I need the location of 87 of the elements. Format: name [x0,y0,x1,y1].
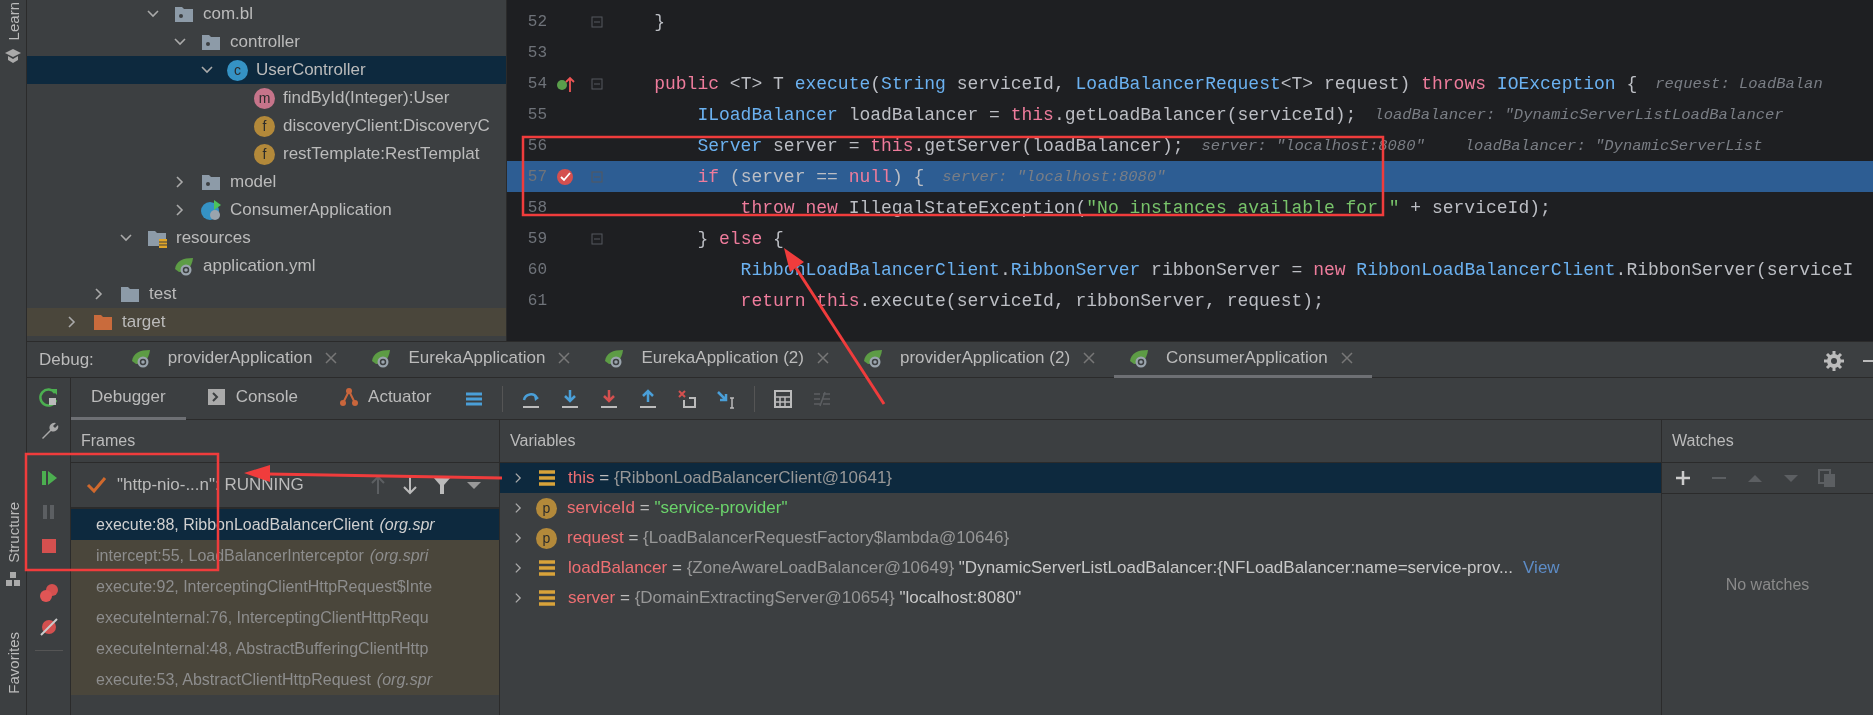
class-icon: c [227,59,248,81]
variable-row[interactable]: p serviceId = "service-provider" [500,493,1661,523]
code-text: throw new IllegalStateException("No instances available for " + serviceId); [739,197,1551,218]
breakpoints-icon[interactable] [37,582,60,604]
spring-config-icon [173,255,195,277]
inline-value-hint: server: "localhost:8080" [942,167,1166,186]
line-number: 57 [526,167,547,186]
variable-row[interactable]: loadBalancer = {ZoneAwareLoadBalancer@10649} "DynamicServerListLoadBalancer:{NFLoadBalancer:name=service-prov... View [500,553,1661,583]
inline-value-hint: loadBalancer: "DynamicServerList [1464,136,1763,155]
actuator-icon[interactable] [338,386,361,408]
calculator-icon[interactable] [772,387,795,410]
tree-item[interactable]: controller [27,28,506,56]
code-text: Server server = this.getServer(loadBalancer); [696,135,1184,156]
empty-message: No watches [1725,575,1810,594]
settings-icon[interactable] [1823,350,1845,372]
code-text: ILoadBalancer loadBalancer = this.getLoadBalancer(serviceId); [696,104,1357,125]
drop-frame-icon[interactable] [676,387,699,410]
variable-row[interactable]: server = {DomainExtractingServer@10654} "localhost:8080" [500,583,1661,613]
spring-class-icon [200,199,222,221]
stack-frame[interactable]: execute:53, AbstractClientHttpRequest (org.spr [71,664,499,695]
spring-app-icon [129,347,152,369]
parameter-icon: p [536,497,557,519]
tree-item[interactable]: test [27,280,506,308]
check-icon [85,474,107,496]
line-number: 52 [526,12,547,31]
parameter-icon: p [536,527,557,549]
tool-window-tab[interactable]: Learn [4,0,22,43]
field-icon [536,467,558,489]
line-number: 54 [526,74,547,93]
spring-app-icon [862,347,884,369]
rerun-icon[interactable] [37,386,60,408]
tree-item[interactable]: m findById(Integer):User [27,84,506,112]
line-number: 58 [526,198,547,217]
debug-label: Debug: [39,349,94,370]
tree-item[interactable]: f restTemplate:RestTemplat [27,140,506,168]
stack-frame[interactable]: execute:92, InterceptingClientHttpRequest$Inte [71,571,499,602]
code-text: return this.execute(serviceId, ribbonServer, request); [739,290,1324,311]
tree-item[interactable]: model [27,168,506,196]
run-config-tab[interactable]: providerApplication (2) [848,341,1115,378]
tree-item[interactable]: f discoveryClient:DiscoveryC [27,112,506,140]
view-tab[interactable]: Console [185,377,319,420]
console-icon[interactable] [205,386,228,408]
inline-value-hint: loadBalancer: "DynamicServerListLoadBalancer [1374,105,1784,124]
field-icon: f [254,143,275,165]
run-config-tab[interactable]: EurekaApplication [356,341,590,378]
variable-row[interactable]: this = {RibbonLoadBalancerClient@10641} [500,463,1661,493]
field-icon [536,587,558,609]
stack-frame[interactable]: executeInternal:76, InterceptingClientHttpRequ [71,602,499,633]
breakpoint-icon[interactable] [555,166,575,187]
view-tab[interactable]: Actuator [318,377,452,420]
code-text: } [653,11,665,32]
tool-window-tab[interactable]: Structure [4,500,22,565]
code-text: } else { [696,228,784,249]
spring-app-icon [1128,347,1151,369]
run-config-tab[interactable]: EurekaApplication (2) [589,341,848,378]
structure-icon [5,570,21,587]
line-number: 56 [526,136,547,155]
view-link[interactable]: View [1523,558,1560,578]
tree-item[interactable]: ConsumerApplication [27,196,506,224]
variable-row[interactable]: p request = {LoadBalancerRequestFactory$lambda@10646} [500,523,1661,553]
graduation-cap-icon [4,48,22,65]
thread-selector[interactable]: "http-nio-...n": RUNNING [117,475,357,495]
tree-item[interactable]: application.yml [27,252,506,280]
tree-item[interactable]: c UserController [27,56,506,84]
view-tab[interactable]: Debugger [71,377,186,420]
method-icon: m [254,87,275,109]
code-text: public <T> T execute(String serviceId, LoadBalancerRequest<T> request) throws IOException { [653,73,1638,94]
line-number: 53 [526,43,547,62]
run-config-tab[interactable]: providerApplication [115,341,357,378]
code-text: if (server == null) { [696,166,925,187]
line-number: 61 [526,291,547,310]
field-icon [536,557,558,579]
line-number: 60 [526,260,547,279]
spring-app-icon [603,347,626,369]
inline-value-hint: request: LoadBalan [1655,74,1823,93]
line-number: 59 [526,229,547,248]
line-number: 55 [526,105,547,124]
panel-title: Watches [1662,420,1873,463]
tree-item[interactable]: target [27,308,506,336]
run-config-tab[interactable]: ConsumerApplication [1114,341,1372,378]
tool-window-tab[interactable]: Favorites [4,630,22,696]
stack-frame[interactable]: executeInternal:48, AbstractBufferingClientHttp [71,633,499,664]
spring-app-icon [370,347,393,369]
panel-title: Frames [71,420,499,463]
tree-item[interactable]: com.bl [27,0,506,28]
tree-item[interactable]: resources [27,224,506,252]
field-icon: f [254,115,275,137]
